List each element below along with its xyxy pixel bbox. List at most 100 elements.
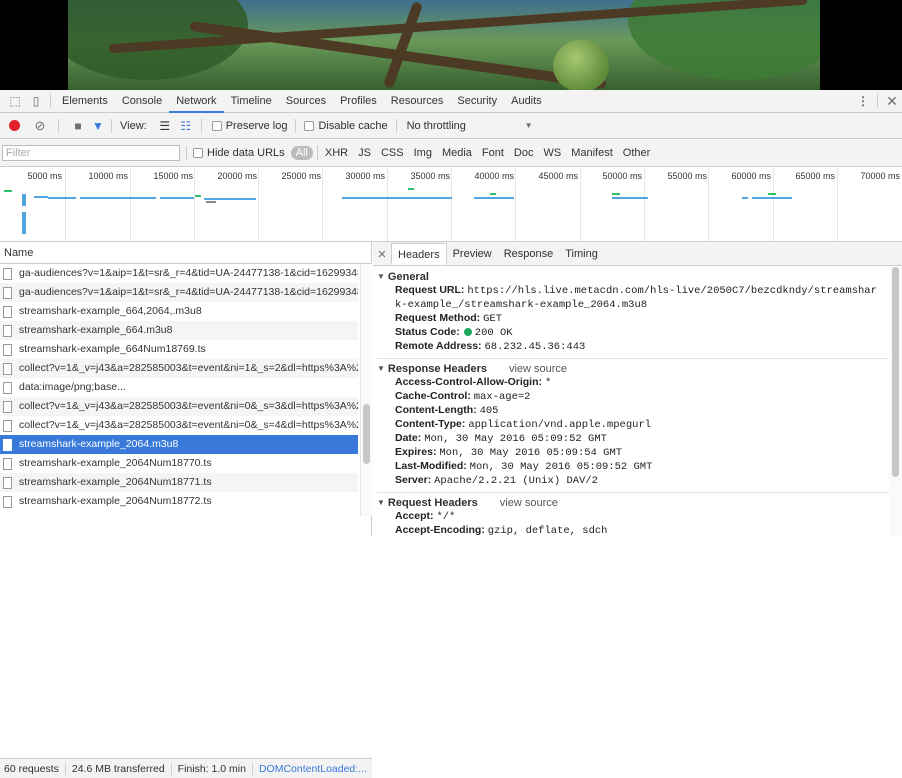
filter-type-ws[interactable]: WS [538,147,566,159]
header-key: Expires: [395,446,437,458]
disable-cache-label: Disable cache [318,119,388,132]
filter-type-css[interactable]: CSS [376,147,409,159]
dom-content-loaded: DOMContentLoaded:... [258,762,367,775]
details-tab-bar: ✕ Headers Preview Response Timing [373,242,902,266]
file-icon [3,324,12,337]
overview-tick: 20000 ms [217,171,257,181]
tab-sources[interactable]: Sources [279,90,333,113]
file-icon [3,267,12,280]
filter-bar: Filter Hide data URLs All XHR JS CSS Img… [0,139,902,167]
filter-type-other[interactable]: Other [618,147,656,159]
inspect-element-icon[interactable]: ⬚ [4,94,26,108]
request-row[interactable]: streamshark-example_2064Num18771.ts [0,473,358,492]
record-button[interactable] [9,120,20,131]
filter-type-manifest[interactable]: Manifest [566,147,618,159]
request-name: ga-audiences?v=1&aip=1&t=sr&_r=4&tid=UA-… [19,267,358,279]
overview-tick: 50000 ms [602,171,642,181]
tab-audits[interactable]: Audits [504,90,549,113]
request-row[interactable]: data:image/png;base... [0,378,358,397]
tab-preview[interactable]: Preview [447,243,498,265]
tab-timeline[interactable]: Timeline [224,90,279,113]
request-name: data:image/png;base... [19,381,126,393]
request-row[interactable]: collect?v=1&_v=j43&a=282585003&t=event&n… [0,397,358,416]
request-row[interactable]: streamshark-example_2064Num18770.ts [0,454,358,473]
tab-network[interactable]: Network [169,90,224,113]
header-key: Access-Control-Allow-Origin: [395,376,543,388]
request-row[interactable]: collect?v=1&_v=j43&a=282585003&t=event&n… [0,359,358,378]
header-row: Access-Control-Allow-Origin: * [377,376,889,390]
header-key: Last-Modified: [395,460,467,472]
response-view-source-link[interactable]: view source [509,363,567,375]
filter-type-all[interactable]: All [290,145,313,160]
network-overview[interactable]: 5000 ms 10000 ms 15000 ms 20000 ms 25000… [0,168,902,242]
request-row[interactable]: collect?v=1&_v=j43&a=282585003&t=event&n… [0,416,358,435]
filter-input[interactable]: Filter [2,144,180,161]
response-headers-list: Access-Control-Allow-Origin: * Cache-Cont… [377,376,889,488]
request-row[interactable]: streamshark-example_2064Num18772.ts [0,492,358,511]
clear-icon[interactable]: ⊘ [30,118,50,134]
tab-timing[interactable]: Timing [559,243,604,265]
dropdown-arrow-icon: ▼ [524,121,533,130]
request-headers-section-header[interactable]: ▼ Request Headers view source [377,495,889,510]
name-column-header[interactable]: Name [0,242,371,264]
more-options-icon[interactable]: ⋮ [853,94,873,108]
file-icon [3,362,12,375]
header-value: gzip, deflate, sdch [487,525,608,536]
request-view-source-link[interactable]: view source [500,497,558,509]
filter-type-media[interactable]: Media [437,147,477,159]
header-row: Last-Modified: Mon, 30 May 2016 05:09:52… [377,460,889,474]
hide-data-urls-checkbox[interactable] [193,147,203,158]
request-method-row: Request Method: GET [377,312,889,326]
tab-security[interactable]: Security [450,90,504,113]
header-value: 405 [479,405,499,417]
filter-icon[interactable]: ▼ [89,119,107,133]
throttling-select[interactable]: No throttling ▼ [407,120,533,132]
header-row: Cache-Control: max-age=2 [377,390,889,404]
tab-resources[interactable]: Resources [384,90,451,113]
tab-elements[interactable]: Elements [55,90,115,113]
header-key: Server: [395,474,432,486]
request-row[interactable]: ga-audiences?v=1&aip=1&t=sr&_r=4&tid=UA-… [0,264,358,283]
header-value: application/vnd.apple.mpegurl [468,419,652,431]
preserve-log-checkbox[interactable] [211,120,222,131]
request-method-value: GET [483,313,502,325]
request-list-scrollbar[interactable] [360,264,372,516]
filter-type-js[interactable]: JS [353,147,376,159]
request-row[interactable]: ga-audiences?v=1&aip=1&t=sr&_r=4&tid=UA-… [0,283,358,302]
tab-profiles[interactable]: Profiles [333,90,384,113]
request-name: streamshark-example_2064Num18771.ts [19,476,212,488]
filter-type-doc[interactable]: Doc [509,147,539,159]
devtools-tab-bar: ⬚ ▯ Elements Console Network Timeline So… [0,90,902,113]
response-headers-section-header[interactable]: ▼ Response Headers view source [377,361,889,376]
request-row[interactable]: streamshark-example_664.m3u8 [0,321,358,340]
general-section-header[interactable]: ▼ General [377,269,889,284]
request-row[interactable]: streamshark-example_664,2064,.m3u8 [0,302,358,321]
large-rows-icon[interactable]: ☰ [153,119,177,133]
close-icon[interactable]: ✕ [882,93,902,110]
header-row: Date: Mon, 30 May 2016 05:09:52 GMT [377,432,889,446]
details-scrollbar[interactable] [889,267,902,536]
request-row[interactable]: streamshark-example_664Num18769.ts [0,340,358,359]
filter-type-img[interactable]: Img [409,147,437,159]
tab-headers[interactable]: Headers [391,243,447,265]
close-details-icon[interactable]: ✕ [373,243,391,265]
finish-time: Finish: 1.0 min [177,762,246,775]
disable-cache-checkbox[interactable] [304,120,315,131]
filter-type-font[interactable]: Font [477,147,509,159]
scrollbar-thumb[interactable] [363,404,370,464]
capture-screenshots-icon[interactable]: ■ [67,119,89,133]
request-row[interactable]: streamshark-example_2064.m3u8 [0,435,358,454]
header-value: Mon, 30 May 2016 05:09:52 GMT [424,433,607,445]
filter-type-xhr[interactable]: XHR [320,147,353,159]
overview-icon[interactable]: ☷ [177,119,195,133]
file-icon [3,305,12,318]
device-mode-icon[interactable]: ▯ [26,94,46,108]
request-url-value: https://hls.live.metacdn.com/hls-live/20… [395,285,877,311]
status-code-key: Status Code: [395,326,460,338]
scrollbar-thumb[interactable] [892,267,899,477]
overview-tick: 70000 ms [860,171,900,181]
tab-console[interactable]: Console [115,90,169,113]
header-key: Date: [395,432,422,444]
tab-response[interactable]: Response [498,243,560,265]
request-headers-list: Accept: */* Accept-Encoding: gzip, deflat… [377,510,889,536]
